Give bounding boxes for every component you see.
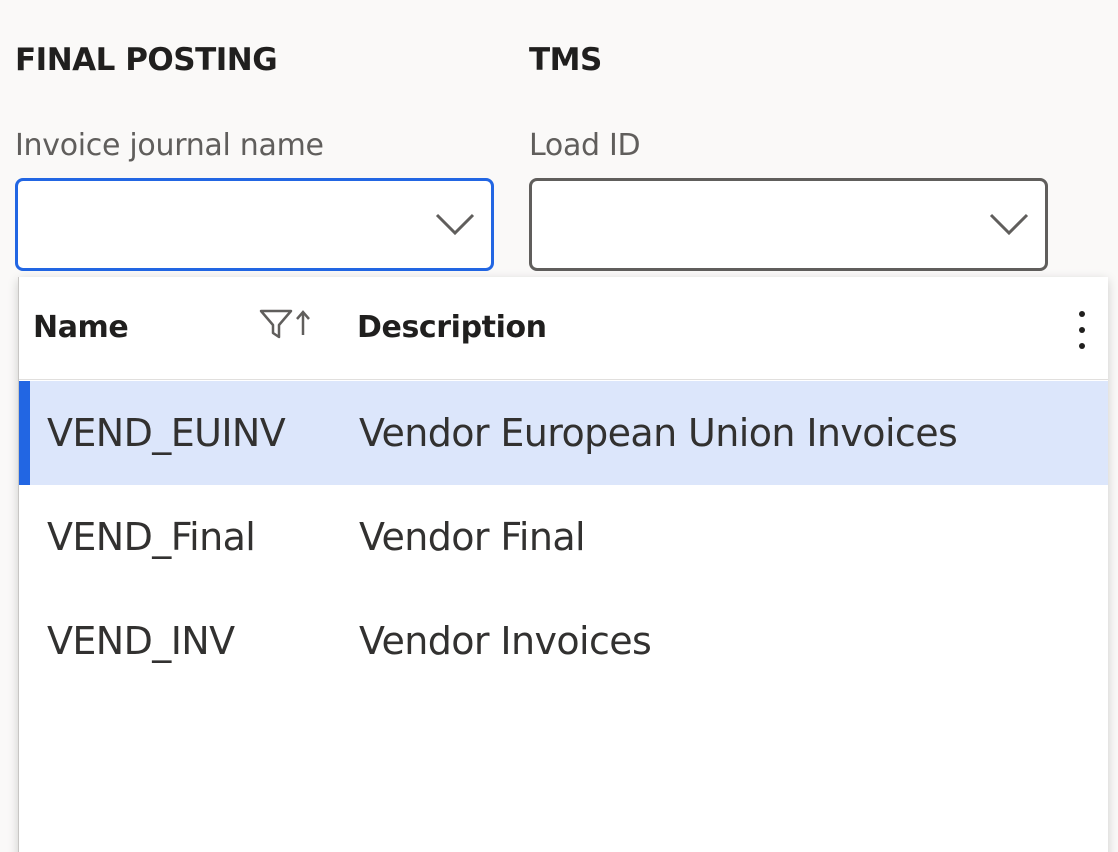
filter-sort-icon[interactable] — [257, 305, 315, 345]
chevron-down-icon[interactable] — [433, 209, 477, 239]
row-name: VEND_Final — [47, 515, 256, 559]
row-name: VEND_INV — [47, 619, 235, 663]
page: FINAL POSTING Invoice journal name TMS L… — [0, 0, 1118, 852]
row-description: Vendor Invoices — [359, 619, 652, 663]
final-posting-title: FINAL POSTING — [15, 42, 278, 78]
load-id-label: Load ID — [529, 128, 641, 163]
lookup-row-vend-final[interactable]: VEND_Final Vendor Final — [19, 485, 1108, 589]
column-header-name[interactable]: Name — [33, 310, 129, 345]
load-id-combobox[interactable] — [529, 178, 1048, 271]
lookup-row-vend-inv[interactable]: VEND_INV Vendor Invoices — [19, 589, 1108, 693]
column-header-description[interactable]: Description — [357, 310, 547, 345]
tms-title: TMS — [529, 42, 602, 78]
invoice-journal-name-combobox[interactable] — [15, 178, 494, 271]
lookup-header: Name Description — [19, 277, 1108, 380]
lookup-row-vend-euinv[interactable]: VEND_EUINV Vendor European Union Invoice… — [19, 381, 1108, 485]
chevron-down-icon[interactable] — [987, 209, 1031, 239]
row-description: Vendor European Union Invoices — [359, 411, 958, 455]
row-name: VEND_EUINV — [47, 411, 286, 455]
more-vertical-icon[interactable] — [1070, 307, 1094, 353]
invoice-journal-lookup: Name Description VEND_EUINV Vendor Europ… — [18, 277, 1108, 852]
invoice-journal-name-label: Invoice journal name — [15, 128, 324, 163]
row-description: Vendor Final — [359, 515, 586, 559]
